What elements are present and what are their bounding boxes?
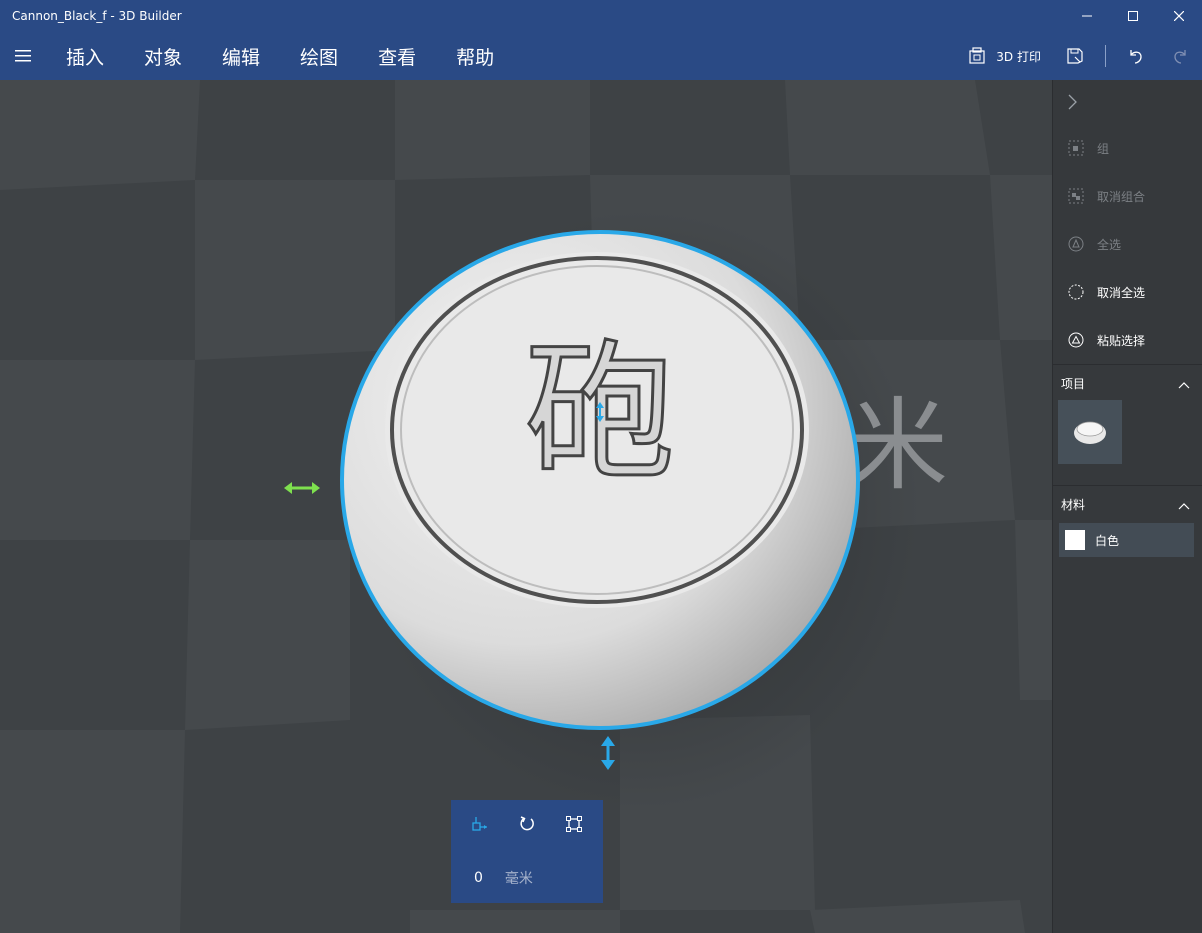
ungroup-button[interactable]: 取消组合 xyxy=(1053,172,1202,220)
transform-value-row: 0 毫米 xyxy=(451,852,603,904)
chevron-up-icon xyxy=(1178,382,1190,389)
maximize-button[interactable] xyxy=(1110,0,1156,32)
material-label: 白色 xyxy=(1095,533,1120,548)
3d-print-icon xyxy=(969,47,985,64)
scale-icon xyxy=(565,816,582,832)
deselect-all-label: 取消全选 xyxy=(1097,285,1146,300)
minimize-icon xyxy=(1082,15,1092,17)
scale-tool-button[interactable] xyxy=(565,815,583,837)
undo-button[interactable] xyxy=(1114,32,1158,80)
menu-insert[interactable]: 插入 xyxy=(46,32,124,80)
model-thumbnail-icon xyxy=(1074,421,1106,444)
transform-toolbar: 0 毫米 xyxy=(451,800,603,903)
chevron-right-icon xyxy=(1068,94,1077,110)
materials-header-label: 材料 xyxy=(1061,498,1086,512)
move-icon xyxy=(472,817,488,831)
close-button[interactable] xyxy=(1156,0,1202,32)
chevron-up-icon xyxy=(1178,503,1190,510)
menu-right-tools: 3D 打印 xyxy=(956,32,1202,80)
undo-icon xyxy=(1130,50,1142,64)
menu-edit[interactable]: 编辑 xyxy=(202,32,280,80)
redo-button[interactable] xyxy=(1158,32,1202,80)
rotate-icon xyxy=(520,816,534,831)
menu-paint[interactable]: 绘图 xyxy=(280,32,358,80)
paste-selection-button[interactable]: 粘贴选择 xyxy=(1053,316,1202,364)
group-label: 组 xyxy=(1097,141,1110,156)
x-axis-handle[interactable] xyxy=(284,482,320,494)
save-icon xyxy=(1067,48,1083,64)
minimize-button[interactable] xyxy=(1064,0,1110,32)
paste-selection-icon xyxy=(1067,331,1085,349)
items-header[interactable]: 项目 xyxy=(1053,364,1202,392)
title-bar: Cannon_Black_f - 3D Builder xyxy=(0,0,1202,32)
deselect-all-button[interactable]: 取消全选 xyxy=(1053,268,1202,316)
hamburger-menu-button[interactable] xyxy=(0,32,46,80)
materials-header[interactable]: 材料 xyxy=(1053,485,1202,513)
paste-selection-label: 粘贴选择 xyxy=(1097,333,1146,348)
group-button[interactable]: 组 xyxy=(1053,124,1202,172)
chess-piece-model[interactable]: 砲 xyxy=(340,230,860,730)
3d-print-button[interactable]: 3D 打印 xyxy=(956,32,1053,80)
menu-view[interactable]: 查看 xyxy=(358,32,436,80)
window-title: Cannon_Black_f - 3D Builder xyxy=(12,9,182,23)
transform-unit-label[interactable]: 毫米 xyxy=(505,868,533,888)
material-swatch xyxy=(1065,530,1085,550)
menu-help[interactable]: 帮助 xyxy=(436,32,514,80)
3d-print-label: 3D 打印 xyxy=(996,49,1041,64)
group-icon xyxy=(1067,139,1085,157)
window-controls xyxy=(1064,0,1202,32)
save-button[interactable] xyxy=(1053,32,1097,80)
scale-unit-label: 米 xyxy=(848,387,948,504)
deselect-all-icon xyxy=(1067,283,1085,301)
ungroup-label: 取消组合 xyxy=(1097,189,1146,204)
maximize-icon xyxy=(1128,11,1138,21)
items-header-label: 项目 xyxy=(1061,377,1086,391)
material-item[interactable]: 白色 xyxy=(1059,523,1194,557)
toolbar-separator xyxy=(1105,45,1106,67)
hamburger-icon xyxy=(15,50,31,62)
menu-object[interactable]: 对象 xyxy=(124,32,202,80)
items-section: 项目 xyxy=(1053,364,1202,485)
panel-collapse-button[interactable] xyxy=(1053,80,1202,124)
transform-value-input[interactable]: 0 xyxy=(474,870,483,886)
select-all-button[interactable]: 全选 xyxy=(1053,220,1202,268)
ungroup-icon xyxy=(1067,187,1085,205)
close-icon xyxy=(1174,11,1184,21)
materials-section: 材料 白色 xyxy=(1053,485,1202,557)
redo-icon xyxy=(1174,50,1186,64)
move-tool-button[interactable] xyxy=(471,815,489,837)
menu-bar: 插入 对象 编辑 绘图 查看 帮助 3D 打印 xyxy=(0,32,1202,80)
transform-mode-row xyxy=(451,800,603,852)
item-thumbnail[interactable] xyxy=(1058,400,1122,464)
select-all-icon xyxy=(1067,235,1085,253)
rotate-tool-button[interactable] xyxy=(518,815,536,837)
select-all-label: 全选 xyxy=(1097,237,1122,252)
right-panel: 组 取消组合 全选 取消全选 粘贴选择 项目 材料 白色 xyxy=(1052,80,1202,933)
